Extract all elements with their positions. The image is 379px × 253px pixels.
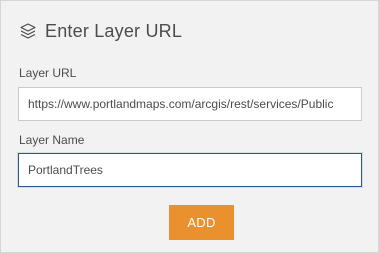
add-layer-panel: Enter Layer URL Layer URL Layer Name ADD [0,0,379,253]
layer-url-label: Layer URL [19,66,77,80]
panel-header: Enter Layer URL [19,19,182,43]
add-button[interactable]: ADD [169,205,234,240]
layers-icon [19,22,37,40]
layer-name-label: Layer Name [19,133,85,147]
panel-title: Enter Layer URL [45,20,183,41]
layer-name-input[interactable] [18,153,362,187]
layer-url-input[interactable] [18,87,362,121]
